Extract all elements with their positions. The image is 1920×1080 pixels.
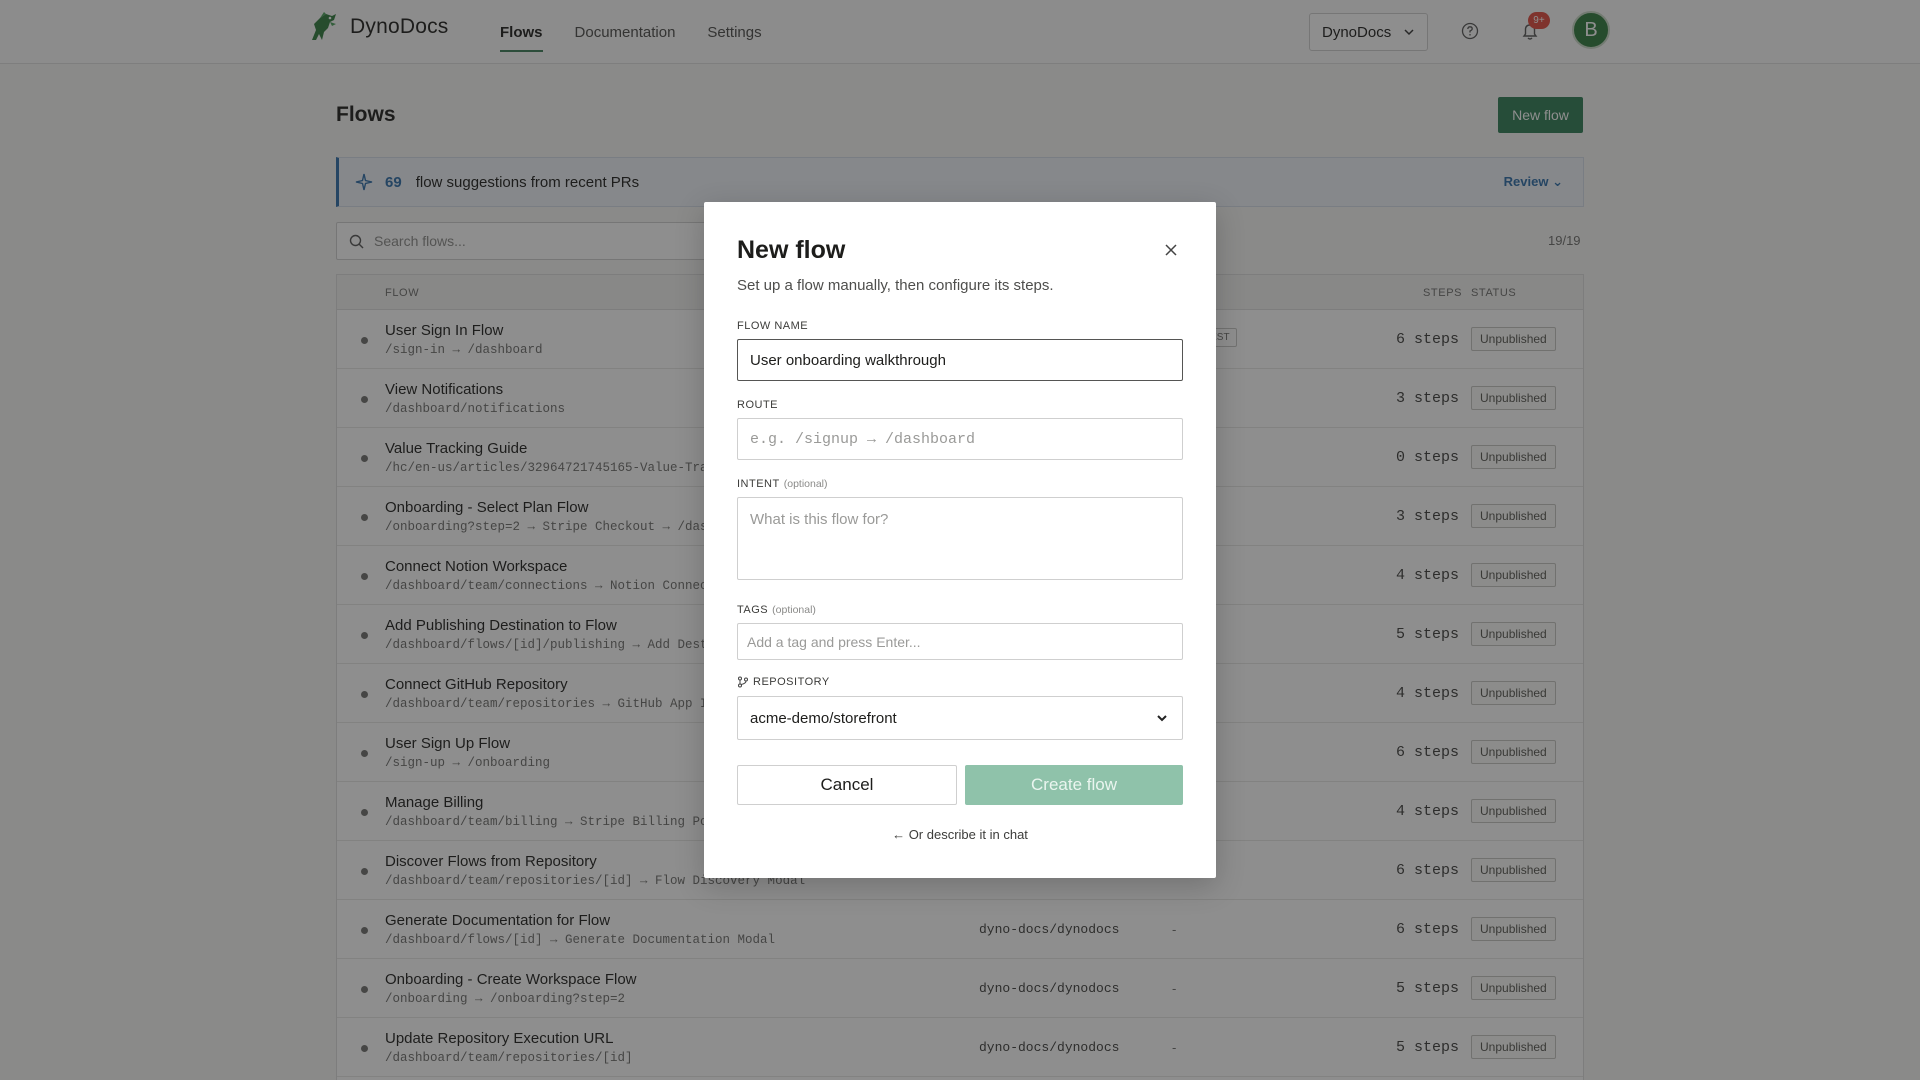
- flow-name-value: User onboarding walkthrough: [750, 351, 946, 369]
- dialog-subtitle: Set up a flow manually, then configure i…: [737, 277, 1054, 294]
- git-branch-icon: [738, 676, 748, 688]
- new-flow-dialog: New flow Set up a flow manually, then co…: [704, 202, 1216, 878]
- intent-placeholder: What is this flow for?: [750, 511, 889, 528]
- repository-select[interactable]: acme-demo/storefront: [737, 696, 1183, 740]
- tags-input[interactable]: Add a tag and press Enter...: [737, 623, 1183, 660]
- tags-label: TAGS (optional): [737, 604, 816, 616]
- describe-in-chat-link[interactable]: ← Or describe it in chat: [704, 827, 1216, 842]
- repository-value: acme-demo/storefront: [750, 709, 897, 727]
- close-button[interactable]: [1159, 238, 1183, 262]
- tags-placeholder: Add a tag and press Enter...: [747, 633, 921, 650]
- repository-label-text: REPOSITORY: [753, 676, 830, 688]
- intent-label: INTENT (optional): [737, 478, 828, 490]
- flow-name-label: FLOW NAME: [737, 320, 809, 332]
- tags-label-text: TAGS: [737, 604, 769, 616]
- route-label: ROUTE: [737, 399, 778, 411]
- flow-name-input[interactable]: User onboarding walkthrough: [737, 339, 1183, 381]
- tags-optional: (optional): [772, 604, 816, 616]
- intent-label-text: INTENT: [737, 478, 780, 490]
- close-icon: [1165, 244, 1177, 256]
- route-placeholder: e.g. /signup → /dashboard: [750, 430, 976, 448]
- intent-textarea[interactable]: What is this flow for?: [737, 497, 1183, 580]
- repository-label: REPOSITORY: [737, 676, 830, 688]
- create-flow-button[interactable]: Create flow: [965, 765, 1183, 805]
- chevron-down-icon: [1157, 715, 1167, 722]
- dialog-title: New flow: [737, 236, 846, 264]
- cancel-button[interactable]: Cancel: [737, 765, 957, 805]
- intent-optional: (optional): [783, 478, 828, 490]
- route-input[interactable]: e.g. /signup → /dashboard: [737, 418, 1183, 460]
